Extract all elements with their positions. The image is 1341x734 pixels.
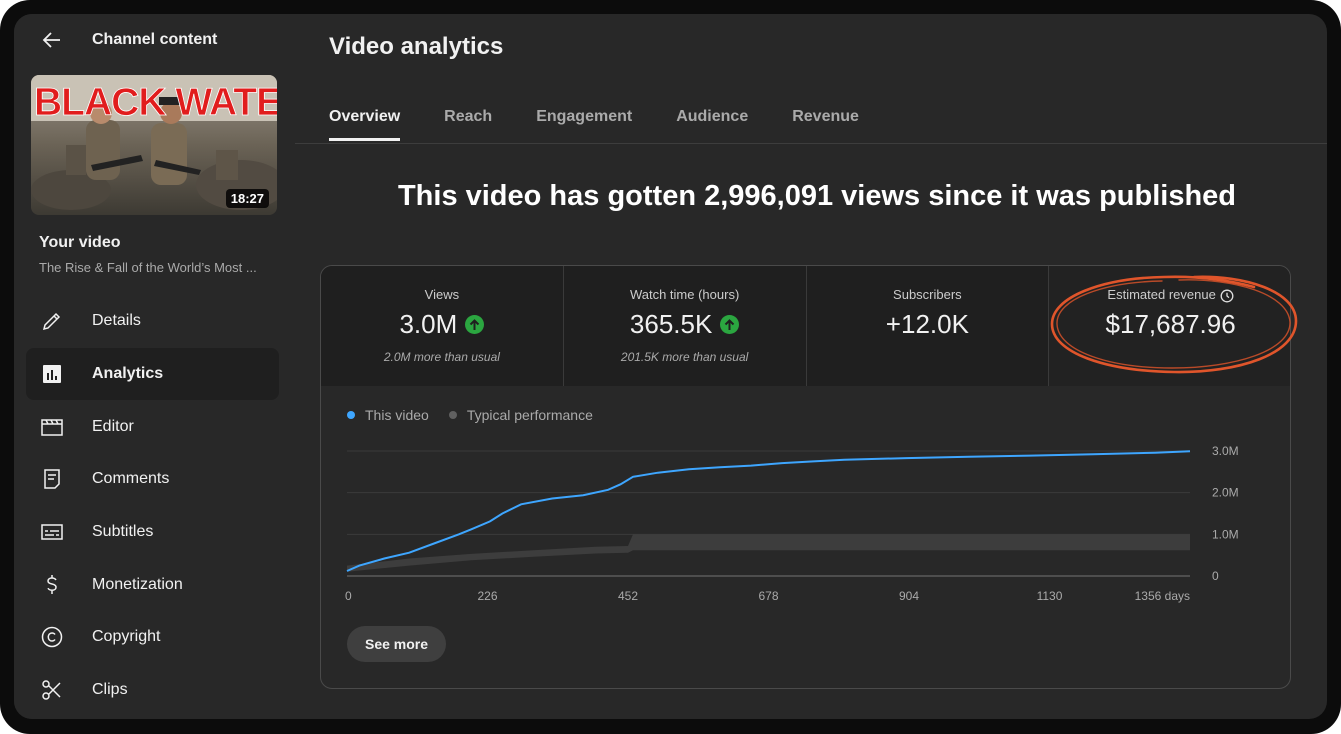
metric-subscribers[interactable]: Subscribers +12.0K <box>806 266 1050 386</box>
sidebar-item-label: Details <box>92 312 141 330</box>
metric-value-row: 365.5K <box>564 309 806 340</box>
see-more-button[interactable]: See more <box>347 626 447 662</box>
sidebar-item-monetization[interactable]: Monetization <box>26 558 279 611</box>
legend-typical: Typical performance <box>448 407 593 423</box>
clapperboard-icon <box>40 415 64 439</box>
pencil-icon <box>40 309 64 333</box>
sidebar-item-label: Copyright <box>92 628 161 646</box>
tab-overview[interactable]: Overview <box>329 108 401 141</box>
y-tick-label: 0 <box>1212 569 1219 583</box>
page-title: Video analytics <box>329 33 504 60</box>
tab-engagement[interactable]: Engagement <box>536 108 632 141</box>
sidebar-item-subtitles[interactable]: Subtitles <box>26 506 279 559</box>
sidebar-item-label: Editor <box>92 417 134 435</box>
sidebar-item-clips[interactable]: Clips <box>26 664 279 717</box>
legend-dot <box>448 411 457 419</box>
screen: Channel content BLACK WATE 18:27 Your vi… <box>14 14 1327 719</box>
analytics-icon <box>40 362 64 386</box>
x-tick-label: 904 <box>899 589 919 603</box>
metric-value: 3.0M <box>399 309 458 339</box>
this-video-line <box>346 450 1191 572</box>
scissors-icon <box>40 678 64 702</box>
trend-up-icon <box>720 315 740 334</box>
metric-label: Views <box>424 287 460 302</box>
sidebar-item-details[interactable]: Details <box>26 295 279 348</box>
comment-icon <box>40 467 64 491</box>
sidebar: Channel content BLACK WATE 18:27 Your vi… <box>14 14 295 719</box>
views-chart: 0 1.0M 2.0M 3.0M 0 226 452 678 904 1130 1356 days <box>345 444 1239 603</box>
sidebar-item-label: Monetization <box>92 575 183 593</box>
legend-dot <box>347 411 355 419</box>
sidebar-item-label: Analytics <box>92 365 164 383</box>
x-tick-label: 1356 days <box>1135 589 1190 603</box>
x-tick-label: 0 <box>345 589 352 603</box>
sidebar-item-editor[interactable]: Editor <box>26 400 279 453</box>
chart-legend: This video Typical performance <box>347 407 613 423</box>
legend-label: This video <box>365 407 429 423</box>
metric-views[interactable]: Views 3.0M 2.0M more than usual <box>321 266 564 386</box>
your-video-label: Your video <box>39 234 121 251</box>
metric-label: Subscribers <box>893 287 962 302</box>
metric-subtext: 201.5K more than usual <box>620 350 749 364</box>
copyright-icon <box>40 625 64 649</box>
sidebar-item-comments[interactable]: Comments <box>26 453 279 506</box>
x-tick-label: 678 <box>758 589 778 603</box>
channel-content-title: Channel content <box>92 31 218 48</box>
sidebar-item-analytics[interactable]: Analytics <box>26 347 279 401</box>
x-tick-label: 452 <box>618 589 638 603</box>
video-title: The Rise & Fall of the World’s Most ... <box>39 260 257 275</box>
sidebar-item-copyright[interactable]: Copyright <box>26 611 279 664</box>
tab-reach[interactable]: Reach <box>444 108 492 141</box>
video-thumbnail[interactable]: BLACK WATER 18:27 <box>31 75 277 215</box>
metric-value-row: +12.0K <box>807 309 1049 340</box>
tab-revenue[interactable]: Revenue <box>792 108 859 141</box>
annotation-circle <box>1050 275 1298 374</box>
sidebar-nav: Details Analytics Editor Comments Subtit… <box>26 295 279 717</box>
device-frame: Channel content BLACK WATE 18:27 Your vi… <box>0 0 1341 734</box>
x-tick-label: 1130 <box>1037 589 1063 603</box>
tabs-divider <box>295 143 1327 144</box>
trend-up-icon <box>465 315 485 334</box>
metric-label: Watch time (hours) <box>629 287 740 302</box>
subtitles-icon <box>40 520 64 544</box>
x-tick-label: 226 <box>477 589 497 603</box>
metric-watch-time[interactable]: Watch time (hours) 365.5K 201.5K more th… <box>563 266 807 386</box>
metric-subtext: 2.0M more than usual <box>383 350 500 364</box>
arrow-left-icon <box>42 32 60 48</box>
typical-performance-band <box>347 534 1190 572</box>
sidebar-item-label: Subtitles <box>92 523 154 541</box>
thumbnail-title-text: BLACK WATER <box>34 81 277 124</box>
sidebar-item-label: Comments <box>92 470 170 488</box>
sidebar-item-label: Clips <box>92 681 128 699</box>
metric-value-row: 3.0M <box>321 309 563 340</box>
metric-value: +12.0K <box>885 309 969 339</box>
legend-label: Typical performance <box>466 407 593 423</box>
tab-audience[interactable]: Audience <box>676 108 748 141</box>
back-button[interactable] <box>38 26 66 54</box>
y-tick-label: 2.0M <box>1212 486 1239 500</box>
metric-value: 365.5K <box>629 309 713 339</box>
y-tick-label: 1.0M <box>1212 527 1239 541</box>
legend-this-video: This video <box>347 407 429 423</box>
y-tick-label: 3.0M <box>1212 444 1239 458</box>
views-headline: This video has gotten 2,996,091 views si… <box>397 180 1237 212</box>
video-duration: 18:27 <box>225 189 269 208</box>
dollar-icon <box>40 573 64 597</box>
tab-bar: Overview Reach Engagement Audience Reven… <box>329 108 903 141</box>
